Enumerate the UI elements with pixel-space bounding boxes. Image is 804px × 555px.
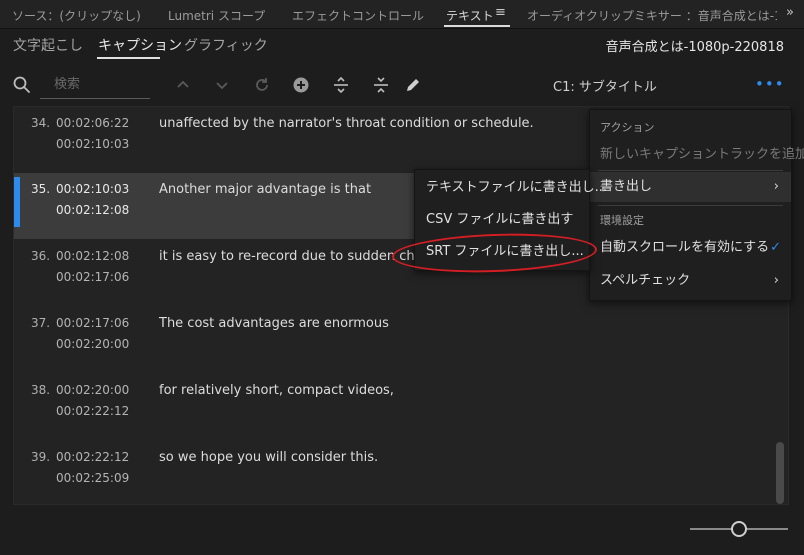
options-menu: アクション 新しいキャプショントラックを追加... 書き出し › 環境設定 自動…: [589, 109, 804, 301]
caption-row[interactable]: 37. 00:02:17:06 00:02:20:00 The cost adv…: [14, 307, 778, 373]
panel-tab-strip: ソース：(クリップなし) Lumetri スコープ エフェクトコントロール テキ…: [0, 0, 804, 29]
split-caption-icon[interactable]: [331, 75, 351, 95]
caption-out-time[interactable]: 00:02:17:06: [56, 270, 129, 284]
caption-in-time[interactable]: 00:02:10:03: [56, 182, 129, 196]
caption-in-time[interactable]: 00:02:06:22: [56, 116, 129, 130]
more-options-button[interactable]: •••: [755, 75, 785, 93]
tab-source[interactable]: ソース：(クリップなし): [12, 7, 141, 24]
menu-item-export-label: 書き出し: [600, 179, 653, 194]
subtab-transcript[interactable]: 文字起こし: [13, 35, 83, 55]
export-submenu: テキストファイルに書き出し... CSV ファイルに書き出す SRT ファイルに…: [414, 169, 607, 271]
menu-item-spellcheck-label: スペルチェック: [600, 273, 691, 288]
caption-text[interactable]: The cost advantages are enormous: [159, 316, 389, 331]
active-tab-underline: [444, 25, 510, 27]
caption-in-time[interactable]: 00:02:17:06: [56, 316, 129, 330]
tab-menu-icon[interactable]: ≡: [495, 5, 506, 20]
caption-list-scrollbar[interactable]: [776, 442, 784, 504]
tab-text[interactable]: テキスト: [446, 7, 494, 24]
caption-text[interactable]: so we hope you will consider this.: [159, 450, 378, 465]
text-panel-subtabs: 文字起こし キャプション グラフィック 音声合成とは-1080p-220818: [0, 29, 804, 63]
subtab-underline: [97, 57, 160, 59]
caption-number: 35.: [31, 182, 51, 196]
caption-text[interactable]: for relatively short, compact videos,: [159, 383, 394, 398]
caption-number: 34.: [31, 116, 51, 130]
chevron-down-icon[interactable]: [212, 75, 232, 95]
menu-item-export-srt[interactable]: SRT ファイルに書き出し...: [415, 236, 589, 268]
sequence-title: 音声合成とは-1080p-220818: [605, 40, 784, 55]
menu-item-autoscroll[interactable]: 自動スクロールを有効にする ✓: [590, 233, 791, 263]
caption-number: 39.: [31, 450, 51, 464]
chevron-right-icon: ›: [773, 179, 779, 194]
add-caption-icon[interactable]: [291, 75, 311, 95]
subtab-captions[interactable]: キャプション: [98, 35, 182, 55]
caption-number: 36.: [31, 249, 51, 263]
tab-audio-clip-mixer[interactable]: オーディオクリップミキサー ：音声合成とは-1080: [527, 7, 777, 24]
menu-item-export-text[interactable]: テキストファイルに書き出し...: [415, 172, 607, 204]
tab-effect-controls[interactable]: エフェクトコントロール: [292, 7, 424, 24]
tab-lumetri-scopes[interactable]: Lumetri スコープ: [168, 7, 265, 24]
menu-item-new-caption-track: 新しいキャプショントラックを追加...: [600, 147, 804, 162]
menu-header-action: アクション: [600, 121, 655, 134]
menu-item-autoscroll-label: 自動スクロールを有効にする: [600, 240, 770, 255]
caption-toolbar: C1: サブタイトル •••: [0, 66, 804, 104]
menu-item-export[interactable]: 書き出し ›: [590, 172, 791, 202]
caption-in-time[interactable]: 00:02:12:08: [56, 249, 129, 263]
menu-item-spellcheck[interactable]: スペルチェック ›: [590, 266, 791, 296]
chevron-up-icon[interactable]: [173, 75, 193, 95]
pencil-icon[interactable]: [403, 75, 423, 95]
selection-indicator: [14, 177, 20, 227]
replace-icon[interactable]: [252, 75, 272, 95]
zoom-slider-handle[interactable]: [731, 521, 747, 537]
caption-row[interactable]: 38. 00:02:20:00 00:02:22:12 for relative…: [14, 374, 778, 440]
checkmark-icon: ✓: [770, 240, 781, 255]
menu-header-preferences: 環境設定: [600, 214, 644, 227]
menu-divider: [598, 205, 783, 206]
caption-out-time[interactable]: 00:02:20:00: [56, 337, 129, 351]
tabs-overflow-icon[interactable]: »: [786, 5, 794, 20]
caption-out-time[interactable]: 00:02:25:09: [56, 471, 129, 485]
menu-item-export-csv[interactable]: CSV ファイルに書き出す: [415, 204, 589, 236]
search-input[interactable]: [40, 71, 150, 99]
caption-number: 37.: [31, 316, 51, 330]
caption-row[interactable]: 39. 00:02:22:12 00:02:25:09 so we hope y…: [14, 441, 778, 504]
menu-divider: [598, 170, 783, 171]
search-icon: [13, 76, 30, 93]
caption-text[interactable]: unaffected by the narrator's throat cond…: [159, 116, 534, 131]
merge-captions-icon[interactable]: [371, 75, 391, 95]
caption-track-label: C1: サブタイトル: [553, 80, 657, 95]
chevron-right-icon: ›: [773, 273, 779, 288]
caption-out-time[interactable]: 00:02:10:03: [56, 137, 129, 151]
subtab-graphics[interactable]: グラフィック: [184, 35, 268, 55]
caption-number: 38.: [31, 383, 51, 397]
caption-text[interactable]: Another major advantage is that: [159, 182, 371, 197]
caption-out-time[interactable]: 00:02:12:08: [56, 203, 129, 217]
caption-in-time[interactable]: 00:02:22:12: [56, 450, 129, 464]
caption-in-time[interactable]: 00:02:20:00: [56, 383, 129, 397]
caption-out-time[interactable]: 00:02:22:12: [56, 404, 129, 418]
